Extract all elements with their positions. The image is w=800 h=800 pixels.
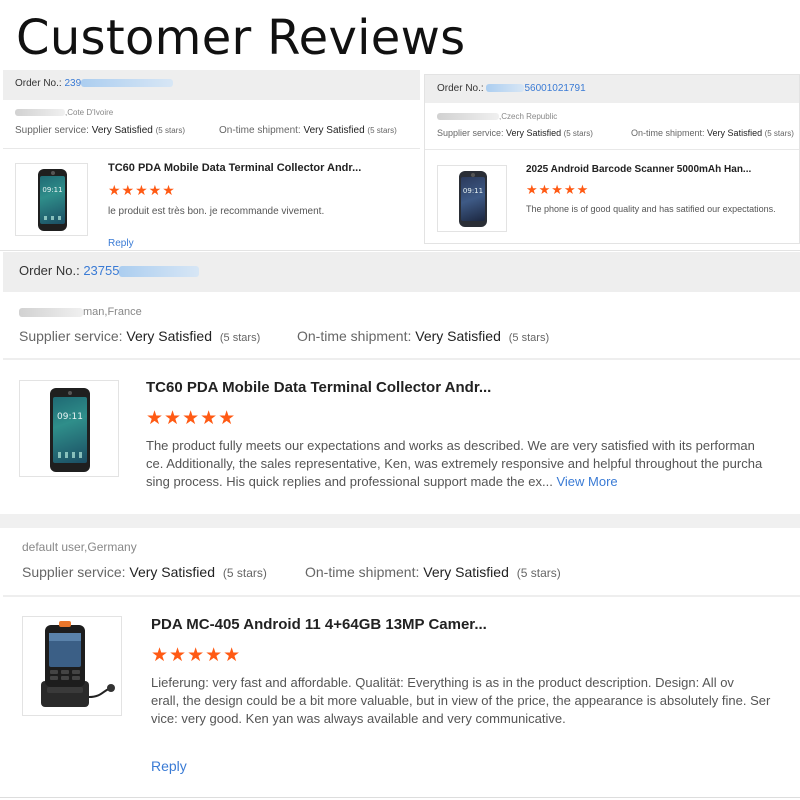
order-bar: Order No.: 239: [3, 70, 420, 100]
redaction-blur: [81, 79, 174, 88]
review-card-4: default user,Germany Supplier service: V…: [3, 528, 800, 800]
star-rating: ★★★★★: [151, 645, 242, 666]
review-text: The product fully meets our expectations…: [146, 438, 763, 489]
order-number[interactable]: 23755: [83, 263, 119, 278]
supplier-service-rating: Supplier service: Very Satisfied (5 star…: [15, 125, 185, 136]
product-thumbnail[interactable]: 09:11: [15, 163, 88, 236]
product-thumbnail[interactable]: 09:11: [19, 380, 119, 477]
product-title[interactable]: PDA MC-405 Android 11 4+64GB 13MP Camer.…: [151, 616, 487, 633]
order-label: Order No.:: [437, 83, 484, 94]
reply-link[interactable]: Reply: [108, 238, 134, 249]
review-card-1: Order No.: 239 ,Cote D'Ivoire Supplier s…: [3, 70, 420, 250]
view-more-link[interactable]: View More: [556, 474, 617, 489]
redaction-blur: [19, 307, 83, 317]
divider: [0, 250, 800, 251]
product-thumbnail[interactable]: 09:11: [437, 165, 507, 232]
star-rating: ★★★★★: [146, 408, 237, 429]
section-separator: [0, 514, 800, 528]
ontime-shipment-rating: On-time shipment: Very Satisfied (5 star…: [631, 128, 794, 138]
product-title[interactable]: 2025 Android Barcode Scanner 5000mAh Han…: [526, 164, 751, 175]
handheld-scanner-cradle-icon: [41, 621, 115, 707]
product-thumbnail[interactable]: [22, 616, 122, 716]
order-number[interactable]: 56001021791: [524, 83, 585, 94]
smartphone-icon: 09:11: [459, 171, 487, 227]
divider: [3, 148, 420, 149]
reply-link[interactable]: Reply: [151, 758, 187, 774]
ontime-shipment-rating: On-time shipment: Very Satisfied (5 star…: [305, 564, 561, 580]
page-title: Customer Reviews: [16, 10, 466, 66]
order-label: Order No.:: [19, 263, 80, 278]
supplier-service-rating: Supplier service: Very Satisfied (5 star…: [437, 128, 593, 138]
product-title[interactable]: TC60 PDA Mobile Data Terminal Collector …: [146, 379, 491, 396]
order-label: Order No.:: [15, 78, 62, 89]
buyer-location: man,France: [83, 306, 142, 318]
smartphone-icon: 09:11: [50, 388, 90, 472]
ontime-shipment-rating: On-time shipment: Very Satisfied (5 star…: [297, 328, 550, 344]
order-bar: Order No.: 23755: [3, 252, 800, 292]
order-number[interactable]: 239: [64, 78, 81, 89]
supplier-service-rating: Supplier service: Very Satisfied (5 star…: [19, 328, 261, 344]
order-bar: Order No.: 56001021791: [425, 75, 799, 103]
redaction-blur: [119, 266, 200, 278]
divider: [3, 358, 800, 360]
review-text: The phone is of good quality and has sat…: [526, 204, 776, 214]
divider: [425, 149, 799, 150]
supplier-service-rating: Supplier service: Very Satisfied (5 star…: [22, 564, 267, 580]
buyer-location: ,Cote D'Ivoire: [65, 108, 114, 117]
redaction-blur: [486, 84, 525, 93]
buyer-location: default user,Germany: [22, 540, 137, 554]
divider: [0, 797, 800, 798]
buyer-location: ,Czech Republic: [499, 112, 558, 121]
product-title[interactable]: TC60 PDA Mobile Data Terminal Collector …: [108, 162, 361, 174]
review-text: Lieferung: very fast and affordable. Qua…: [151, 675, 771, 726]
star-rating: ★★★★★: [526, 182, 590, 197]
star-rating: ★★★★★: [108, 182, 176, 198]
redaction-blur: [15, 109, 65, 117]
review-card-3: Order No.: 23755 man,France Supplier ser…: [3, 252, 800, 510]
review-text: le produit est très bon. je recommande v…: [108, 206, 325, 217]
review-card-2: Order No.: 56001021791 ,Czech Republic S…: [424, 74, 800, 244]
ontime-shipment-rating: On-time shipment: Very Satisfied (5 star…: [219, 125, 397, 136]
redaction-blur: [437, 113, 499, 121]
smartphone-icon: 09:11: [38, 169, 67, 231]
divider: [3, 595, 800, 597]
